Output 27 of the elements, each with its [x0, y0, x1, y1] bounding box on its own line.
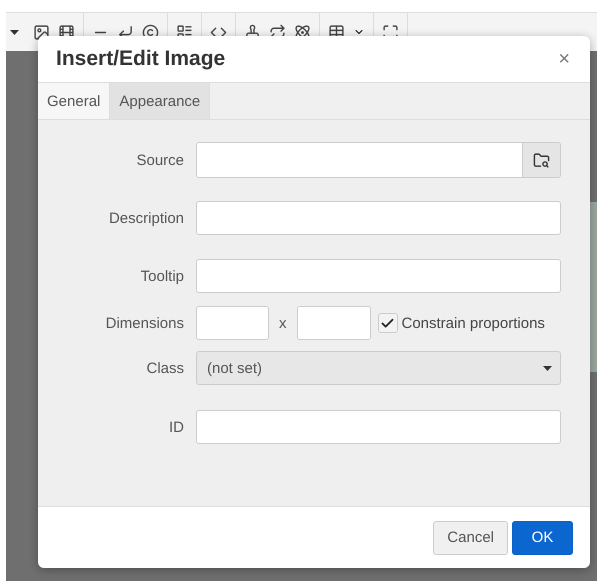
image-icon[interactable]	[33, 24, 50, 40]
text-field[interactable]	[196, 410, 561, 444]
field-label: Source	[135, 152, 185, 168]
dimension-separator: x	[279, 314, 286, 332]
checkbox-label: Constrain proportions	[402, 314, 545, 332]
text-field[interactable]	[196, 259, 561, 293]
height-field[interactable]	[296, 306, 370, 340]
text-field[interactable]	[196, 201, 561, 235]
ok-button[interactable]: OK	[512, 520, 573, 554]
tab[interactable]: General	[38, 83, 110, 119]
checkbox[interactable]	[378, 313, 398, 333]
cancel-button[interactable]: Cancel	[433, 520, 508, 554]
field-label: Class	[145, 360, 185, 376]
dialog-title: Insert/Edit Image	[56, 47, 226, 71]
close-button[interactable]: ×	[558, 48, 570, 70]
field-label: Dimensions	[104, 314, 185, 332]
caret-icon	[543, 366, 552, 370]
field-label: ID	[168, 418, 185, 436]
field-label: Description	[108, 210, 185, 226]
folder-search-icon	[533, 152, 550, 168]
browse-button[interactable]	[522, 143, 560, 177]
field-label: Tooltip	[140, 268, 185, 284]
tab[interactable]: Appearance	[110, 83, 210, 119]
source-field[interactable]	[196, 142, 561, 178]
width-field[interactable]	[196, 306, 269, 340]
class-select[interactable]: (not set)	[196, 351, 561, 385]
caret-icon[interactable]	[10, 30, 19, 34]
